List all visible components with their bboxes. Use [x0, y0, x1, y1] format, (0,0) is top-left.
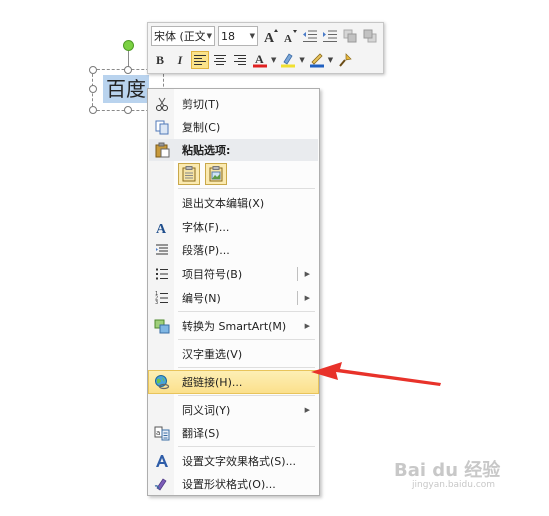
annotation-arrow [311, 362, 441, 386]
watermark-logo: Bai du 经验 [394, 460, 501, 481]
watermark-url: jingyan.baidu.com [412, 480, 496, 490]
